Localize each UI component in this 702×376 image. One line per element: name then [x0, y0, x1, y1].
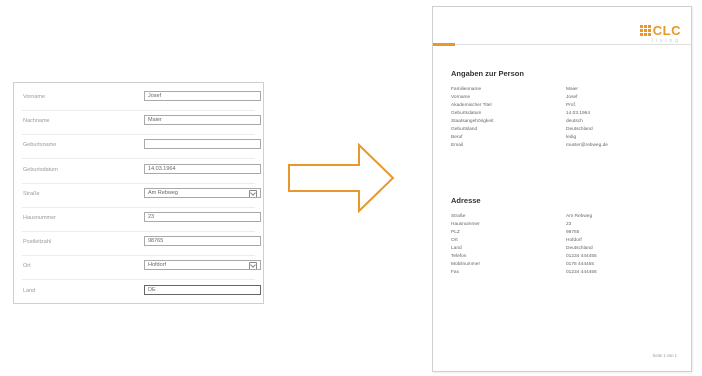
person-form: Vorname Josef Nachname Maier Geburtsname Gebu… — [13, 82, 264, 304]
detail-key: Vorname — [451, 95, 471, 100]
header-accent — [433, 43, 455, 46]
detail-value: 98765 — [566, 230, 580, 235]
form-row: Nachname Maier — [14, 111, 263, 136]
detail-row: Hausnummer 23 — [451, 222, 681, 230]
form-input-2[interactable] — [144, 139, 261, 150]
detail-key: Geburtsland — [451, 127, 478, 132]
form-label: Hausnummer — [23, 215, 57, 221]
form-value: Am Rebweg — [148, 189, 178, 196]
person-details: Familienname Maier Vorname Josef Akademische… — [451, 87, 681, 151]
form-row: Geburtsdatum 14.03.1964 — [14, 160, 263, 184]
form-label: Geburtsname — [23, 142, 57, 149]
detail-key: Ort — [451, 238, 458, 243]
detail-value: muster@rebweg.de — [566, 143, 608, 148]
form-label: Land — [23, 287, 36, 294]
detail-row: Geburtsland Deutschland — [451, 127, 681, 135]
detail-key: Hausnummer — [451, 222, 480, 227]
address-details: Straße Am Rebweg Hausnummer 23 PLZ 98765 Ort Ho… — [451, 214, 681, 278]
detail-row: Akademischer Titel Prof. — [451, 103, 681, 111]
detail-value: Maier — [566, 87, 578, 92]
right-arrow-icon — [288, 143, 395, 213]
detail-row: Mobilnummer 0178 444455 — [451, 262, 681, 270]
dropdown-icon[interactable] — [249, 262, 257, 270]
form-row: Ort Hofdorf — [14, 256, 263, 281]
detail-key: Staatsangehörigkeit — [451, 119, 494, 124]
detail-key: Geburtsdatum — [451, 111, 482, 116]
form-value: Josef — [148, 93, 162, 99]
detail-value: deutsch — [566, 119, 583, 124]
detail-key: PLZ — [451, 230, 460, 235]
form-label: Nachname — [23, 118, 50, 125]
form-row: Postleitzahl 98765 — [14, 232, 263, 257]
form-input-0[interactable]: Josef — [144, 91, 261, 101]
detail-value: 23 — [566, 222, 572, 227]
form-label: Geburtsdatum — [23, 166, 58, 173]
form-label: Postleitzahl — [23, 239, 52, 246]
detail-value: 14.03.1964 — [566, 111, 591, 116]
detail-key: Beruf — [451, 135, 463, 140]
detail-key: Fax — [451, 270, 459, 275]
detail-row: Geburtsdatum 14.03.1964 — [451, 111, 681, 119]
detail-value: 01234 444456 — [566, 270, 597, 275]
detail-key: Familienname — [451, 87, 482, 92]
detail-value: Hofdorf — [566, 238, 582, 243]
address-section-title: Adresse — [451, 196, 481, 205]
detail-key: Telefon — [451, 254, 467, 259]
detail-value: 01234 444455 — [566, 254, 597, 259]
detail-row: Straße Am Rebweg — [451, 214, 681, 222]
detail-row: Beruf ledig — [451, 135, 681, 143]
form-row: Land DE — [14, 281, 263, 305]
form-input-6[interactable]: 98765 — [144, 236, 261, 247]
form-select-4[interactable]: Am Rebweg — [144, 187, 261, 198]
detail-value: Prof. — [566, 103, 577, 108]
detail-key: Email — [451, 143, 463, 148]
detail-row: Telefon 01234 444455 — [451, 254, 681, 262]
detail-row: Land Deutschland — [451, 246, 681, 254]
dropdown-icon[interactable] — [249, 189, 257, 197]
detail-row: Familienname Maier — [451, 87, 681, 95]
detail-row: Email muster@rebweg.de — [451, 143, 681, 151]
clc-logo-icon: CLC living — [639, 15, 681, 44]
detail-row: Vorname Josef — [451, 95, 681, 103]
detail-value: Deutschland — [566, 246, 593, 251]
detail-row: Staatsangehörigkeit deutsch — [451, 119, 681, 127]
form-label: Vorname — [23, 94, 46, 100]
form-label: Ort — [23, 263, 31, 270]
detail-value: ledig — [566, 135, 577, 140]
detail-value: Am Rebweg — [566, 214, 593, 219]
form-value: 14.03.1964 — [148, 165, 176, 172]
detail-row: PLZ 98765 — [451, 230, 681, 238]
form-value: Maier — [148, 117, 162, 124]
form-value: 98765 — [148, 238, 164, 245]
logo-name: CLC — [652, 23, 681, 38]
form-select-7[interactable]: Hofdorf — [144, 260, 261, 271]
form-value: DE — [148, 286, 156, 293]
form-input-1[interactable]: Maier — [144, 115, 261, 126]
page-footer: Seite 1 von 1 — [652, 353, 677, 358]
form-input-5[interactable]: 23 — [144, 212, 261, 222]
form-row: Geburtsname — [14, 135, 263, 160]
form-row: Straße Am Rebweg — [14, 184, 263, 208]
detail-key: Akademischer Titel — [451, 103, 492, 108]
form-row: Vorname Josef — [14, 87, 263, 111]
form-input-3[interactable]: 14.03.1964 — [144, 163, 261, 174]
detail-row: Ort Hofdorf — [451, 238, 681, 246]
form-value: Hofdorf — [148, 262, 167, 269]
detail-key: Straße — [451, 214, 466, 219]
detail-value: Josef — [566, 95, 578, 100]
form-label: Straße — [23, 190, 40, 197]
generated-document: CLC living Angaben zur Person Familienna… — [432, 6, 692, 372]
form-row: Hausnummer 23 — [14, 208, 263, 232]
detail-row: Fax 01234 444456 — [451, 270, 681, 278]
person-section-title: Angaben zur Person — [451, 69, 524, 78]
form-input-8[interactable]: DE — [144, 284, 261, 295]
detail-key: Land — [451, 246, 462, 251]
detail-value: Deutschland — [566, 127, 593, 132]
detail-key: Mobilnummer — [451, 262, 481, 267]
header-divider — [433, 44, 691, 45]
form-value: 23 — [148, 214, 155, 220]
detail-value: 0178 444455 — [566, 262, 595, 267]
